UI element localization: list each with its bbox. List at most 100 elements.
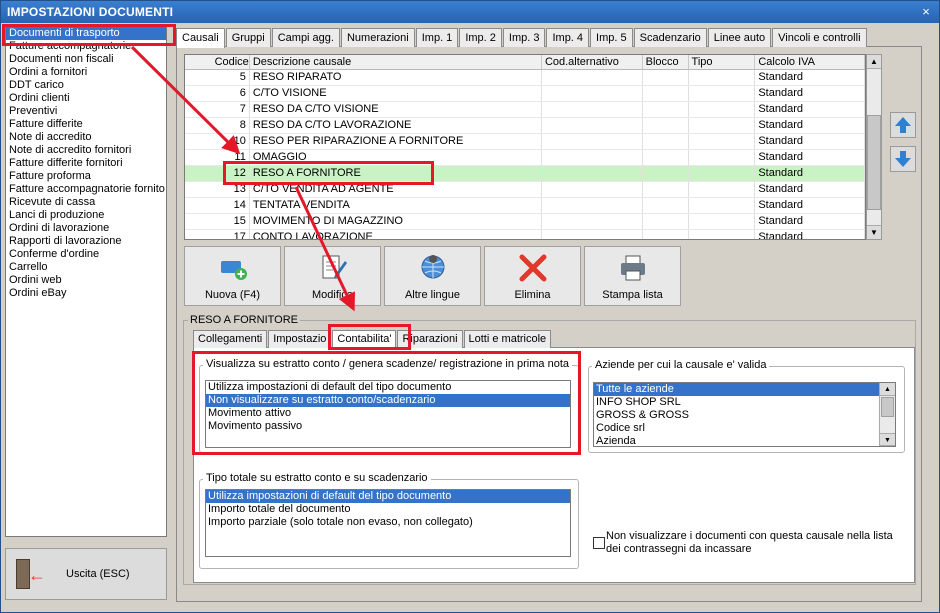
subtab-impostazio[interactable]: Impostazio — [268, 330, 332, 348]
document-type-item[interactable]: Ricevute di cassa — [6, 196, 166, 209]
table-row[interactable]: 11 OMAGGIO Standard — [185, 150, 865, 166]
table-row[interactable]: 5 RESO RIPARATO Standard — [185, 70, 865, 86]
estratto-legend: Visualizza su estratto conto / genera sc… — [203, 358, 572, 370]
tab-campi-agg[interactable]: Campi agg. — [271, 28, 340, 47]
list-item[interactable]: Importo totale del documento — [206, 503, 570, 516]
table-row[interactable]: 12 RESO A FORNITORE Standard — [185, 166, 865, 182]
tab-causali[interactable]: Causali — [176, 28, 225, 48]
document-type-item[interactable]: Documenti non fiscali — [6, 53, 166, 66]
column-header[interactable]: Cod.alternativo — [542, 55, 643, 69]
list-item[interactable]: Utilizza impostazioni di default del tip… — [206, 490, 570, 503]
tab-gruppi[interactable]: Gruppi — [225, 28, 271, 47]
arrow-down-icon — [895, 151, 911, 167]
scroll-thumb[interactable] — [881, 397, 894, 417]
subtab-contabilita[interactable]: Contabilita' — [332, 330, 397, 349]
table-row[interactable]: 17 CONTO LAVORAZIONE Standard — [185, 230, 865, 239]
table-row[interactable]: 8 RESO DA C/TO LAVORAZIONE Standard — [185, 118, 865, 134]
tab-vincoli-e-controlli[interactable]: Vincoli e controlli — [772, 28, 867, 47]
subtab-collegamenti[interactable]: Collegamenti — [193, 330, 268, 348]
column-header[interactable]: Tipo — [689, 55, 756, 69]
grid-header: Codice Descrizione causale Cod.alternativo… — [185, 55, 865, 70]
table-row[interactable]: 14 TENTATA VENDITA Standard — [185, 198, 865, 214]
document-type-list[interactable]: Documenti di trasporto Fatture accompagna… — [5, 26, 167, 537]
document-type-item[interactable]: Ordini a fornitori — [6, 66, 166, 79]
list-item[interactable]: Importo parziale (solo totale non evaso,… — [206, 516, 570, 529]
document-type-item[interactable]: Conferme d'ordine — [6, 248, 166, 261]
list-item[interactable]: Non visualizzare su estratto conto/scade… — [206, 394, 570, 407]
list-item[interactable]: Utilizza impostazioni di default del tip… — [206, 381, 570, 394]
aziende-scrollbar[interactable]: ▲ ▼ — [879, 383, 895, 446]
list-item[interactable]: Movimento passivo — [206, 420, 570, 433]
list-item[interactable]: GROSS & GROSS — [594, 409, 879, 422]
new-button[interactable]: Nuova (F4) — [184, 246, 281, 306]
document-type-item[interactable]: Note di accredito fornitori — [6, 144, 166, 157]
scroll-up-icon[interactable]: ▲ — [867, 55, 881, 69]
table-row[interactable]: 13 C/TO VENDITA AD AGENTE Standard — [185, 182, 865, 198]
tipo-totale-listbox[interactable]: Utilizza impostazioni di default del tip… — [205, 489, 571, 557]
print-list-button[interactable]: Stampa lista — [584, 246, 681, 306]
exit-button[interactable]: ← Uscita (ESC) — [5, 548, 167, 600]
table-cell — [542, 230, 643, 239]
move-down-button[interactable] — [890, 146, 916, 172]
tab-imp-2[interactable]: Imp. 2 — [459, 28, 502, 47]
column-header[interactable]: Calcolo IVA — [755, 55, 865, 69]
table-row[interactable]: 7 RESO DA C/TO VISIONE Standard — [185, 102, 865, 118]
document-type-item[interactable]: Fatture accompagnatorie — [6, 40, 166, 53]
list-item[interactable]: INFO SHOP SRL — [594, 396, 879, 409]
contrassegni-checkbox[interactable] — [593, 537, 605, 549]
delete-button[interactable]: Elimina — [484, 246, 581, 306]
grid-body: 5 RESO RIPARATO Standard 6 C/TO VISIONE Stand… — [185, 70, 865, 239]
tab-imp-1[interactable]: Imp. 1 — [415, 28, 459, 47]
scroll-down-icon[interactable]: ▼ — [867, 225, 881, 239]
document-type-item[interactable]: Fatture proforma — [6, 170, 166, 183]
grid-scrollbar[interactable]: ▲ ▼ — [866, 54, 882, 240]
tab-imp-4[interactable]: Imp. 4 — [546, 28, 590, 47]
document-type-item[interactable]: Documenti di trasporto — [6, 27, 166, 40]
document-type-item[interactable]: Lanci di produzione — [6, 209, 166, 222]
document-type-item[interactable]: Carrello — [6, 261, 166, 274]
document-type-item[interactable]: Fatture accompagnatorie fornito — [6, 183, 166, 196]
document-type-item[interactable]: Ordini eBay — [6, 287, 166, 300]
subtab-riparazioni[interactable]: Riparazioni — [397, 330, 463, 348]
document-type-item[interactable]: Ordini clienti — [6, 92, 166, 105]
document-type-item[interactable]: DDT carico — [6, 79, 166, 92]
aziende-listbox[interactable]: Tutte le aziende INFO SHOP SRL GROSS & GRO… — [593, 382, 896, 447]
column-header[interactable]: Blocco — [643, 55, 689, 69]
document-type-item[interactable]: Note di accredito — [6, 131, 166, 144]
document-type-item[interactable]: Fatture differite fornitori — [6, 157, 166, 170]
list-item[interactable]: Azienda — [594, 435, 879, 446]
edit-button[interactable]: Modifica — [284, 246, 381, 306]
tab-numerazioni[interactable]: Numerazioni — [340, 28, 415, 47]
document-type-item[interactable]: Fatture differite — [6, 118, 166, 131]
list-item[interactable]: Tutte le aziende — [594, 383, 879, 396]
column-header[interactable]: Descrizione causale — [250, 55, 542, 69]
new-card-icon — [221, 261, 247, 280]
close-icon[interactable]: × — [919, 5, 933, 19]
table-row[interactable]: 6 C/TO VISIONE Standard — [185, 86, 865, 102]
move-up-button[interactable] — [890, 112, 916, 138]
table-row[interactable]: 10 RESO PER RIPARAZIONE A FORNITORE Standa… — [185, 134, 865, 150]
tab-imp-3[interactable]: Imp. 3 — [502, 28, 546, 47]
document-type-item[interactable]: Ordini di lavorazione — [6, 222, 166, 235]
languages-button[interactable]: Altre lingue — [384, 246, 481, 306]
table-row[interactable]: 15 MOVIMENTO DI MAGAZZINO Standard — [185, 214, 865, 230]
table-cell — [643, 102, 689, 117]
scroll-down-icon[interactable]: ▼ — [880, 433, 895, 446]
list-item[interactable]: Codice srl — [594, 422, 879, 435]
tab-imp-5[interactable]: Imp. 5 — [590, 28, 633, 47]
column-header[interactable]: Codice — [185, 55, 250, 69]
list-item[interactable]: Movimento attivo — [206, 407, 570, 420]
document-type-item[interactable]: Preventivi — [6, 105, 166, 118]
tab-linee-auto[interactable]: Linee auto — [707, 28, 772, 47]
document-type-item[interactable]: Rapporti di lavorazione — [6, 235, 166, 248]
document-type-item[interactable]: Ordini web — [6, 274, 166, 287]
scroll-thumb[interactable] — [867, 115, 881, 210]
scroll-up-icon[interactable]: ▲ — [880, 383, 895, 396]
table-cell: Standard — [755, 102, 865, 117]
edit-button-label: Modifica — [312, 289, 353, 301]
estratto-listbox[interactable]: Utilizza impostazioni di default del tip… — [205, 380, 571, 448]
tab-scadenzario[interactable]: Scadenzario — [633, 28, 707, 47]
table-cell — [689, 118, 756, 133]
subtab-lotti-e-matricole[interactable]: Lotti e matricole — [463, 330, 552, 348]
table-cell: 15 — [185, 214, 250, 229]
